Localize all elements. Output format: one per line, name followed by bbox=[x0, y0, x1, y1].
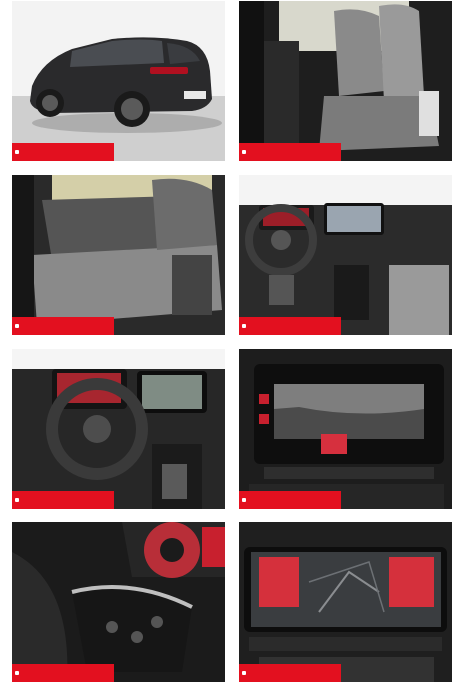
photo-tile-navigation[interactable] bbox=[239, 522, 452, 682]
photo-tile-rear-seats[interactable] bbox=[12, 175, 225, 335]
steering-buttons-image bbox=[12, 522, 225, 682]
photo-tile-cockpit[interactable] bbox=[12, 349, 225, 509]
dashboard-image bbox=[239, 175, 452, 335]
rear-seats-image bbox=[12, 175, 225, 335]
banner-dot-icon bbox=[15, 150, 19, 154]
photo-tile-infotainment[interactable] bbox=[239, 349, 452, 509]
price-banner bbox=[239, 317, 341, 335]
price-banner bbox=[239, 664, 341, 682]
price-banner bbox=[12, 491, 114, 509]
banner-dot-icon bbox=[15, 498, 19, 502]
navigation-image bbox=[239, 522, 452, 682]
price-banner bbox=[239, 143, 341, 161]
photo-tile-front-seats[interactable] bbox=[239, 1, 452, 161]
car-exterior-image bbox=[12, 1, 225, 161]
banner-dot-icon bbox=[242, 150, 246, 154]
banner-dot-icon bbox=[242, 324, 246, 328]
price-banner bbox=[12, 664, 114, 682]
banner-dot-icon bbox=[242, 671, 246, 675]
photo-tile-dashboard[interactable] bbox=[239, 175, 452, 335]
price-banner bbox=[12, 317, 114, 335]
price-banner bbox=[12, 143, 114, 161]
photo-gallery bbox=[0, 0, 452, 682]
infotainment-image bbox=[239, 349, 452, 509]
photo-tile-steering-buttons[interactable] bbox=[12, 522, 225, 682]
banner-dot-icon bbox=[15, 671, 19, 675]
cockpit-image bbox=[12, 349, 225, 509]
price-banner bbox=[239, 491, 341, 509]
front-seats-image bbox=[239, 1, 452, 161]
banner-dot-icon bbox=[15, 324, 19, 328]
banner-dot-icon bbox=[242, 498, 246, 502]
photo-tile-car-exterior[interactable] bbox=[12, 1, 225, 161]
